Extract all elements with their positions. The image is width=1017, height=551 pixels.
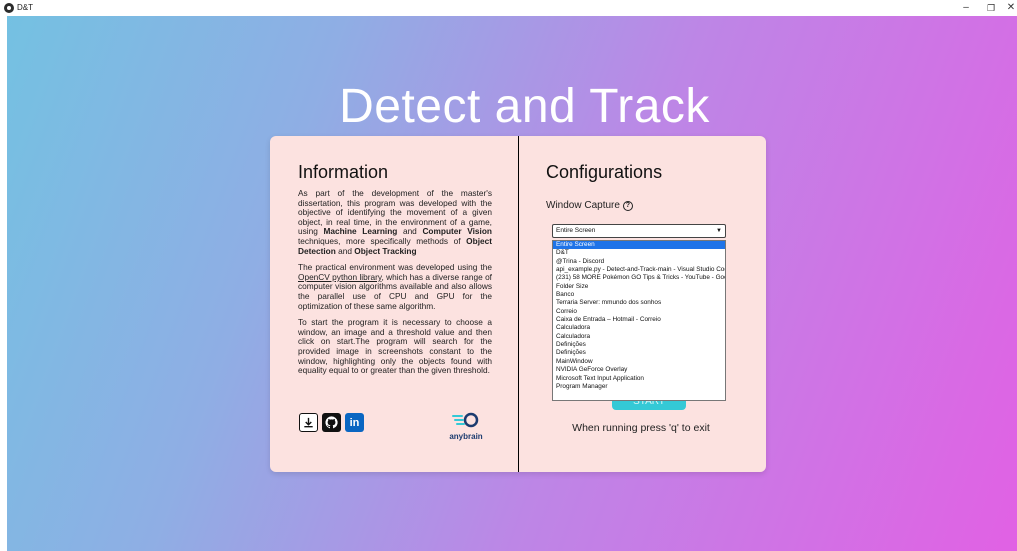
dropdown-option[interactable]: Banco xyxy=(553,291,725,299)
select-value: Entire Screen xyxy=(556,227,596,234)
card-divider xyxy=(518,136,519,472)
window-capture-label: Window Capture ? xyxy=(546,200,633,211)
dropdown-option[interactable]: @Trina - Discord xyxy=(553,258,725,266)
chevron-down-icon: ▼ xyxy=(716,228,722,234)
dropdown-option[interactable]: NVIDIA GeForce Overlay xyxy=(553,366,725,374)
information-heading: Information xyxy=(298,162,389,182)
app-icon xyxy=(4,3,14,13)
opencv-link[interactable]: OpenCV python library xyxy=(298,272,381,282)
text-segment: To start the program it is necessary to … xyxy=(298,317,492,376)
text-segment: The practical environment was developed … xyxy=(298,262,492,273)
window-capture-text: Window Capture xyxy=(546,200,620,211)
text-segment: and xyxy=(335,245,355,256)
dropdown-option[interactable]: Program Manager xyxy=(553,383,725,391)
download-icon[interactable] xyxy=(299,413,318,432)
info-paragraph-3: To start the program it is necessary to … xyxy=(298,317,492,376)
info-paragraph-1: As part of the development of the master… xyxy=(298,188,492,256)
dropdown-option[interactable]: Correio xyxy=(553,308,725,316)
window-title: D&T xyxy=(17,3,33,12)
dropdown-option[interactable]: Terraria Server: mmundo dos sonhos xyxy=(553,299,725,307)
help-icon[interactable]: ? xyxy=(622,200,633,211)
run-hint-text: When running press 'q' to exit xyxy=(572,422,710,434)
main-card: Information As part of the development o… xyxy=(270,136,766,472)
github-icon[interactable] xyxy=(322,413,341,432)
bold-term: Machine Learning xyxy=(323,226,398,237)
dropdown-option[interactable]: Folder Size xyxy=(553,283,725,291)
linkedin-icon[interactable]: in xyxy=(345,413,364,432)
dropdown-option[interactable]: Calculadora xyxy=(553,333,725,341)
window-capture-select[interactable]: Entire Screen ▼ xyxy=(552,224,726,238)
dropdown-option[interactable]: Entire Screen xyxy=(553,241,725,250)
dropdown-option[interactable]: Definições xyxy=(553,349,725,357)
dropdown-option[interactable]: Microsoft Text Input Application xyxy=(553,375,725,383)
close-button[interactable]: ✕ xyxy=(1004,0,1017,16)
dropdown-option[interactable]: Caixa de Entrada – Hotmail - Correio xyxy=(553,316,725,324)
app-background: Detect and Track Information As part of … xyxy=(7,16,1017,551)
title-bar: D&T – ❐ ✕ xyxy=(0,0,1017,16)
configurations-heading: Configurations xyxy=(546,162,663,182)
dropdown-option[interactable]: MainWindow xyxy=(553,358,725,366)
dropdown-option[interactable]: Calculadora xyxy=(553,324,725,332)
configurations-section: Configurations xyxy=(546,162,736,183)
anybrain-logo-mark xyxy=(452,412,479,428)
anybrain-logo-text: anybrain xyxy=(449,432,483,441)
information-section: Information As part of the development o… xyxy=(298,162,492,383)
dropdown-option[interactable]: Definições xyxy=(553,341,725,349)
text-segment: and xyxy=(397,226,423,237)
anybrain-logo: anybrain xyxy=(444,412,488,441)
minimize-button[interactable]: – xyxy=(955,0,977,16)
social-links: in xyxy=(299,413,364,432)
dropdown-option[interactable]: D&T xyxy=(553,249,725,257)
page-title: Detect and Track xyxy=(339,80,710,133)
maximize-button[interactable]: ❐ xyxy=(980,0,1002,16)
bold-term: Computer Vision xyxy=(422,226,492,237)
text-segment: techniques, more specifically methods of xyxy=(298,235,467,246)
dropdown-option[interactable]: (231) 58 MORE Pokémon GO Tips & Tricks -… xyxy=(553,274,725,282)
window-capture-dropdown[interactable]: Entire Screen D&T @Trina - Discord api_exam… xyxy=(552,240,726,401)
info-paragraph-2: The practical environment was developed … xyxy=(298,262,492,311)
dropdown-option[interactable]: api_example.py - Detect-and-Track-main -… xyxy=(553,266,725,274)
bold-term: Object Tracking xyxy=(354,245,417,256)
